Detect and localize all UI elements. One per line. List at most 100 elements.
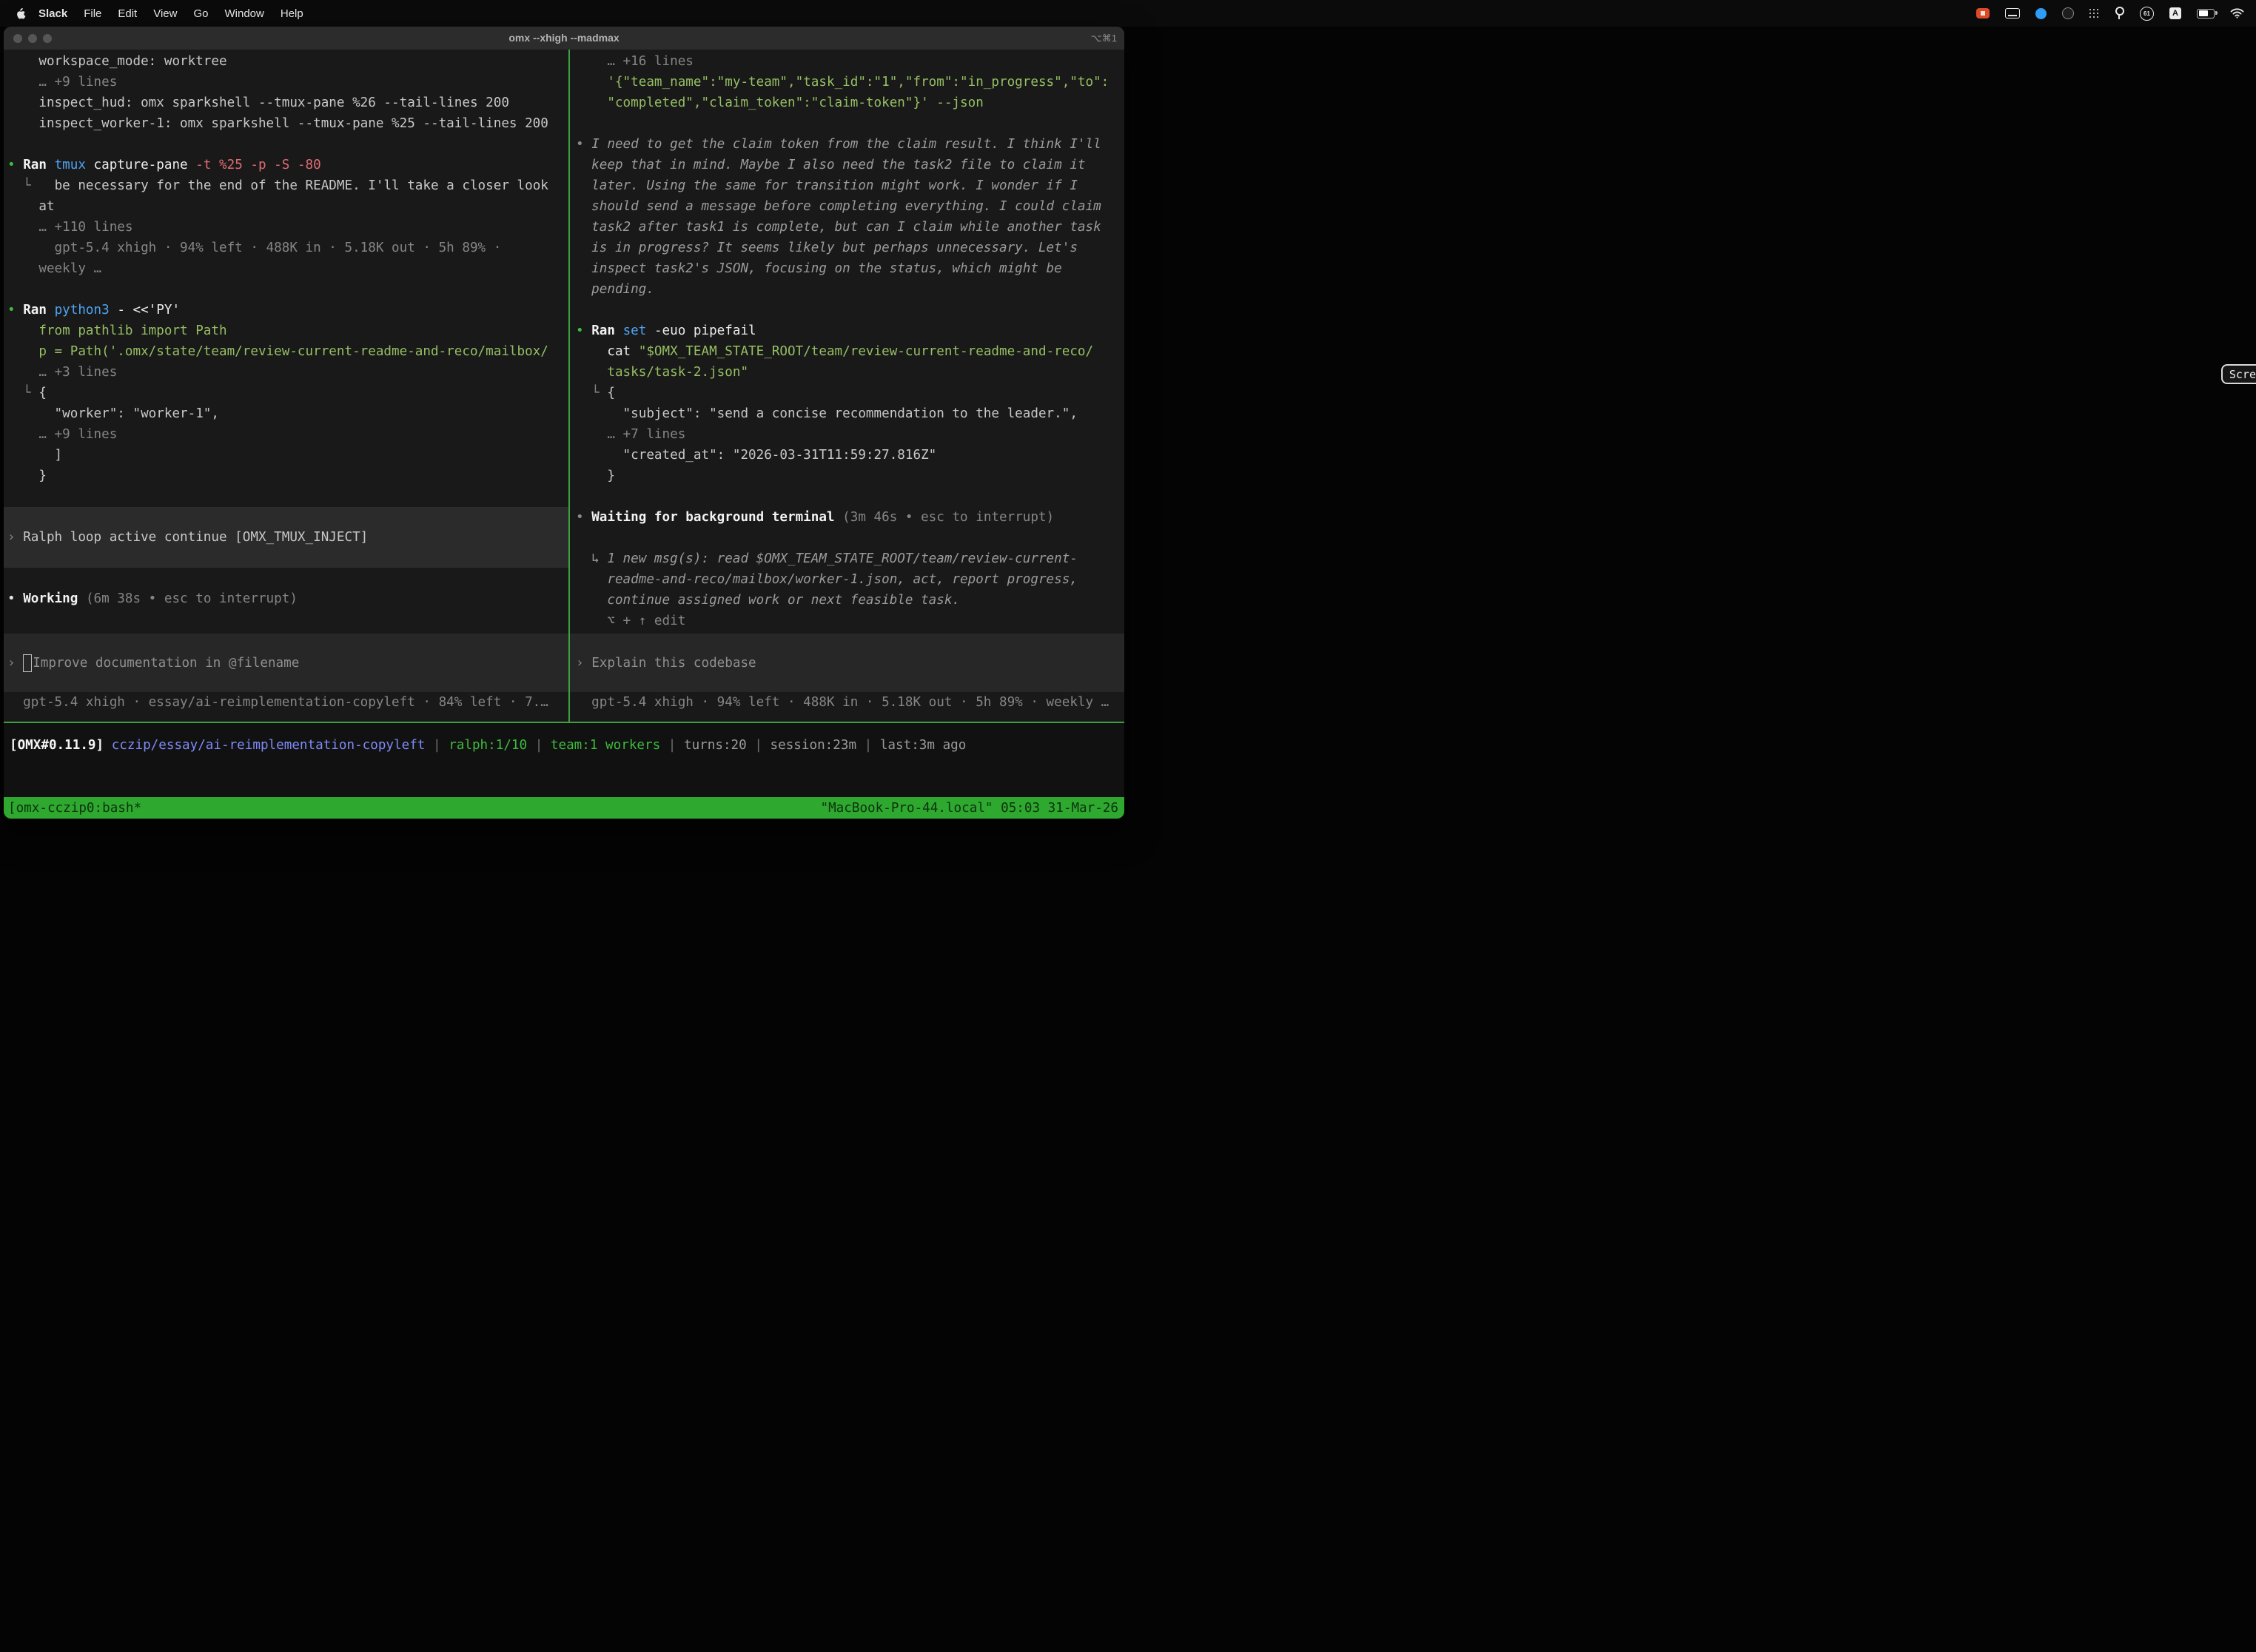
terminal-line: readme-and-reco/mailbox/worker-1.json, a… [570,569,1124,590]
text-segment: Ran [23,303,54,318]
text-segment: -euo pipefail [654,323,756,338]
menu-item-help[interactable]: Help [272,7,312,20]
terminal-line: is in progress? It seems likely but perh… [570,238,1124,258]
terminal-line: • Ran set -euo pipefail [570,320,1124,341]
text-segment: "subject": "send a concise recommendatio… [576,406,1078,421]
text-segment: ralph:1/10 [449,738,527,753]
terminal-line: '{"team_name":"my-team","task_id":"1","f… [570,72,1124,93]
terminal-line [4,486,568,507]
menu-item-file[interactable]: File [75,7,110,20]
text-segment: at [7,199,55,214]
terminal-line: } [570,466,1124,486]
terminal-line [570,113,1124,134]
left-terminal-pane[interactable]: workspace_mode: worktree … +9 lines insp… [4,50,568,722]
notice-strip: › Ralph loop active continue [OMX_TMUX_I… [4,507,568,568]
menu-item-view[interactable]: View [145,7,185,20]
text-segment: (3m 46s • esc to interrupt) [842,510,1054,525]
text-segment: { [38,386,47,400]
terminal-line: … +9 lines [4,72,568,93]
terminal-line: should send a message before completing … [570,196,1124,217]
terminal-line: p = Path('.omx/state/team/review-current… [4,341,568,362]
text-segment: | [856,738,880,753]
terminal-line: └ be necessary for the end of the README… [4,175,568,196]
text-segment: task2 after task1 is complete, but can I… [576,220,1101,235]
wifi-icon[interactable] [2230,8,2244,19]
terminal-line: from pathlib import Path [4,320,568,341]
text-segment: tmux [55,158,94,172]
text-segment: Ran [591,323,622,338]
text-segment: Working [23,591,86,606]
terminal-line: gpt-5.4 xhigh · 94% left · 488K in · 5.1… [4,238,568,258]
screen-recording-indicator-icon[interactable] [1976,8,1990,19]
dark-app-icon[interactable] [2062,7,2074,19]
battery-icon[interactable] [2197,9,2215,19]
text-segment: inspect_worker-1: omx sparkshell --tmux-… [7,116,548,131]
text-segment: capture-pane [94,158,196,172]
text-segment: later. Using the same for transition mig… [576,178,1078,193]
text-segment: last:3m ago [880,738,967,753]
screen-capture-overlay[interactable]: Scre [2221,364,2256,384]
text-segment: (6m 38s • esc to interrupt) [86,591,298,606]
composer-input-row[interactable]: › Explain this codebase [570,634,1124,692]
terminal-line: "worker": "worker-1", [4,403,568,424]
text-segment: • [576,510,591,525]
terminal-line: pending. [570,279,1124,300]
terminal-line: … +110 lines [4,217,568,238]
terminal-line: at [4,196,568,217]
terminal-line: gpt-5.4 xhigh · 94% left · 488K in · 5.1… [570,692,1124,713]
terminal-line: • Waiting for background terminal (3m 46… [570,507,1124,528]
text-segment: gpt-5.4 xhigh · 94% left · 488K in · 5.1… [7,241,501,255]
text-segment: should send a message before completing … [576,199,1101,214]
text-segment: "$OMX_TEAM_STATE_ROOT/team/review-curren… [639,344,1093,359]
terminal-line: • Ran python3 - <<'PY' [4,300,568,320]
terminal-line: weekly … [4,258,568,279]
text-segment: be necessary for the end of the README. … [55,178,548,193]
terminal-line: ⌥ + ↑ edit [570,611,1124,631]
dots-grid-icon[interactable] [2089,9,2092,11]
text-segment: "worker": "worker-1", [7,406,219,421]
blue-app-icon[interactable] [2035,8,2047,19]
text-segment: ] [7,448,62,463]
terminal-line: [OMX#0.11.9] cczip/essay/ai-reimplementa… [10,735,1124,756]
terminal-line: • Working (6m 38s • esc to interrupt) [4,588,568,609]
text-segment: } [576,469,615,483]
text-segment: cczip/essay/ai-reimplementation-copyleft [112,738,426,753]
text-segment: › [576,653,591,674]
menu-item-slack[interactable]: Slack [30,7,75,20]
gauge-icon[interactable]: 61 [2140,7,2154,21]
text-segment: weekly … [7,261,101,276]
text-segment: • [576,137,591,152]
window-shortcut-hint: ⌥⌘1 [1091,27,1117,50]
terminal-line [4,134,568,155]
text-segment: Explain this codebase [591,653,756,674]
text-segment: … +9 lines [7,427,117,442]
text-segment: inspect task2's JSON, focusing on the st… [576,261,1062,276]
right-terminal-pane[interactable]: … +16 lines '{"team_name":"my-team","tas… [570,50,1124,722]
terminal-line: task2 after task1 is complete, but can I… [570,217,1124,238]
text-segment: I need to get the claim token from the c… [591,137,1101,152]
terminal-line: • Ran tmux capture-pane -t %25 -p -S -80 [4,155,568,175]
terminal-line: "subject": "send a concise recommendatio… [570,403,1124,424]
text-segment: } [7,469,47,483]
key-icon[interactable] [2115,7,2124,16]
window-title: omx --xhigh --madmax [4,27,1124,50]
terminal-line: workspace_mode: worktree [4,51,568,72]
text-segment: keep that in mind. Maybe I also need the… [576,158,1086,172]
spacer [4,609,568,634]
terminal-line [4,279,568,300]
menu-items: SlackFileEditViewGoWindowHelp [30,7,312,20]
input-source-icon[interactable]: A [2169,7,2181,19]
menu-item-edit[interactable]: Edit [110,7,145,20]
text-segment: [OMX#0.11.9] [10,738,112,753]
menu-item-go[interactable]: Go [185,7,216,20]
composer-input-row[interactable]: › Improve documentation in @filename [4,634,568,692]
text-segment: pending. [576,282,654,297]
menu-item-window[interactable]: Window [217,7,272,20]
text-segment: › [7,527,23,548]
keyboard-icon[interactable] [2005,8,2020,19]
terminal-line: inspect_worker-1: omx sparkshell --tmux-… [4,113,568,134]
text-segment: tasks/task-2.json" [576,365,748,380]
terminal-line: inspect_hud: omx sparkshell --tmux-pane … [4,93,568,113]
tmux-session-window[interactable]: [omx-cczip0:bash* [8,801,141,816]
apple-menu-icon[interactable] [15,7,26,20]
